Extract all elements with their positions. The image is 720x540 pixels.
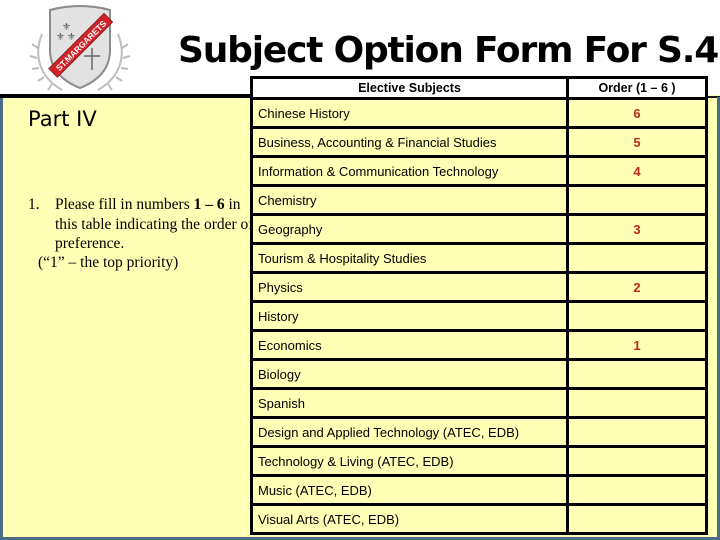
- order-input-cell[interactable]: 6: [566, 97, 708, 129]
- subject-cell: Visual Arts (ATEC, EDB): [250, 503, 569, 535]
- table-row: Physics 2: [250, 271, 708, 303]
- order-input-cell[interactable]: [566, 358, 708, 390]
- column-header-subject: Elective Subjects: [250, 76, 569, 100]
- instruction-range: 1 – 6: [193, 196, 225, 213]
- table-row: Tourism & Hospitality Studies: [250, 242, 708, 274]
- subject-cell: Chinese History: [250, 97, 569, 129]
- svg-text:⚜: ⚜: [56, 32, 65, 43]
- order-input-cell[interactable]: 3: [566, 213, 708, 245]
- order-input-cell[interactable]: [566, 242, 708, 274]
- table-row: Technology & Living (ATEC, EDB): [250, 445, 708, 477]
- table-row: Visual Arts (ATEC, EDB): [250, 503, 708, 535]
- order-input-cell[interactable]: [566, 474, 708, 506]
- table-row: Economics 1: [250, 329, 708, 361]
- table-row: Design and Applied Technology (ATEC, EDB…: [250, 416, 708, 448]
- svg-text:⚜: ⚜: [67, 32, 76, 43]
- order-input-cell[interactable]: [566, 503, 708, 535]
- table-row: History: [250, 300, 708, 332]
- order-input-cell[interactable]: [566, 416, 708, 448]
- column-header-order: Order (1 – 6 ): [566, 76, 708, 100]
- subject-cell: Physics: [250, 271, 569, 303]
- school-crest-logo: ⚜ ⚜ ⚜ ST.MARGARETS: [29, 5, 131, 91]
- table-row: Spanish: [250, 387, 708, 419]
- order-input-cell[interactable]: [566, 184, 708, 216]
- subject-cell: Tourism & Hospitality Studies: [250, 242, 569, 274]
- table-row: Chemistry: [250, 184, 708, 216]
- table-row: Business, Accounting & Financial Studies…: [250, 126, 708, 158]
- subject-cell: Biology: [250, 358, 569, 390]
- subject-cell: Business, Accounting & Financial Studies: [250, 126, 569, 158]
- subject-cell: Geography: [250, 213, 569, 245]
- subject-order-table: Elective Subjects Order (1 – 6 ) Chinese…: [250, 76, 708, 535]
- order-input-cell[interactable]: 1: [566, 329, 708, 361]
- subject-cell: Technology & Living (ATEC, EDB): [250, 445, 569, 477]
- subject-cell: Music (ATEC, EDB): [250, 474, 569, 506]
- page-title: Subject Option Form For S.4: [178, 30, 719, 71]
- part-heading: Part IV: [28, 107, 97, 131]
- subject-cell: Information & Communication Technology: [250, 155, 569, 187]
- table-row: Geography 3: [250, 213, 708, 245]
- table-row: Chinese History 6: [250, 97, 708, 129]
- table-row: Biology: [250, 358, 708, 390]
- order-input-cell[interactable]: 2: [566, 271, 708, 303]
- table-row: Information & Communication Technology 4: [250, 155, 708, 187]
- instruction-number: 1.: [28, 196, 40, 213]
- order-input-cell[interactable]: 5: [566, 126, 708, 158]
- subject-cell: Spanish: [250, 387, 569, 419]
- subject-cell: Economics: [250, 329, 569, 361]
- order-input-cell[interactable]: [566, 300, 708, 332]
- instruction-note: (“1” – the top priority): [38, 254, 179, 271]
- subject-cell: Chemistry: [250, 184, 569, 216]
- table-row: Music (ATEC, EDB): [250, 474, 708, 506]
- order-input-cell[interactable]: [566, 387, 708, 419]
- subject-cell: History: [250, 300, 569, 332]
- order-input-cell[interactable]: [566, 445, 708, 477]
- instruction-text: Please fill in numbers 1 – 6 in this tab…: [55, 196, 254, 252]
- order-input-cell[interactable]: 4: [566, 155, 708, 187]
- subject-cell: Design and Applied Technology (ATEC, EDB…: [250, 416, 569, 448]
- table-header-row: Elective Subjects Order (1 – 6 ): [250, 76, 708, 100]
